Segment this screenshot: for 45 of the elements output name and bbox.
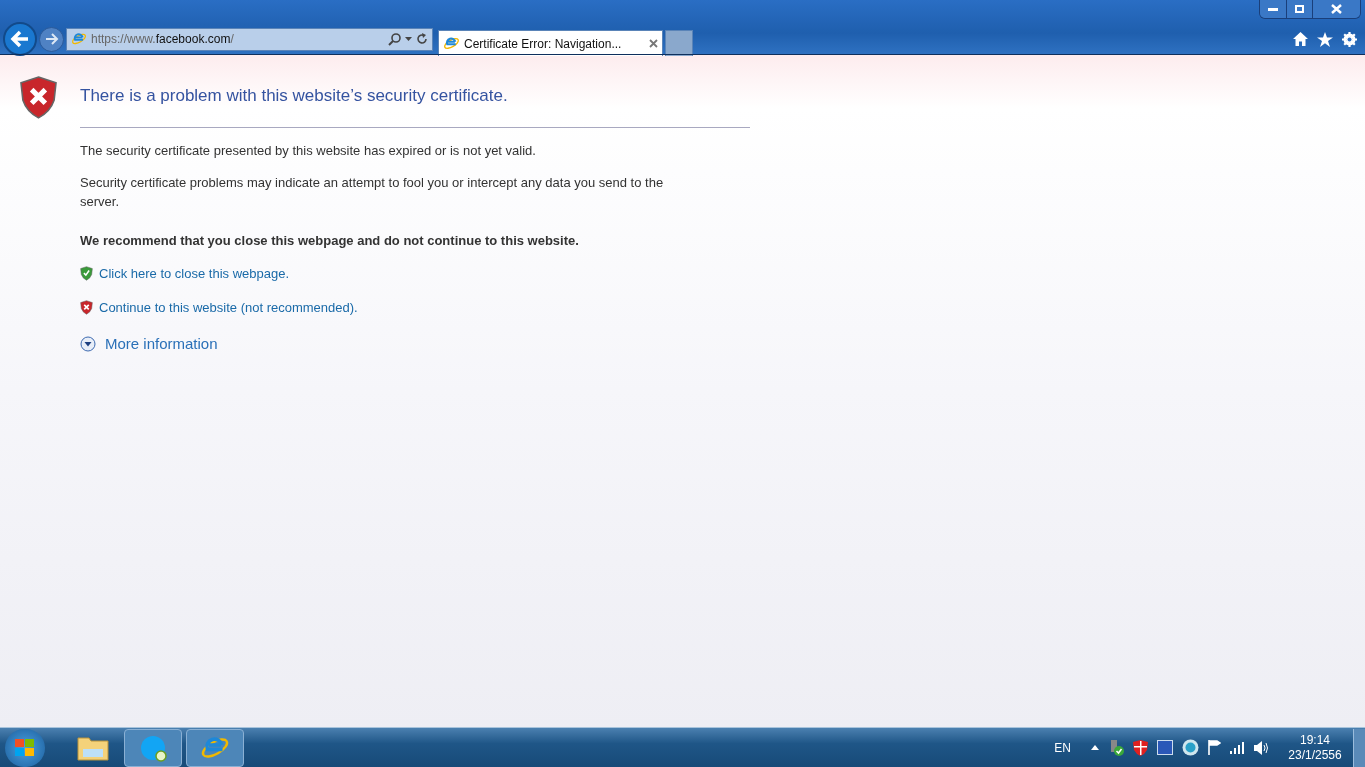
- error-heading: There is a problem with this website’s security certificate.: [80, 85, 509, 107]
- minimize-button[interactable]: [1260, 0, 1287, 18]
- close-tab-icon[interactable]: [649, 39, 658, 48]
- x-shield-icon: [80, 299, 93, 315]
- windows-logo-icon: [15, 738, 35, 757]
- back-arrow-icon: [10, 30, 30, 48]
- speaker-icon[interactable]: [1254, 740, 1270, 755]
- restore-button[interactable]: [1287, 0, 1313, 18]
- signal-bars-icon[interactable]: [1230, 741, 1245, 754]
- star-icon[interactable]: [1317, 31, 1333, 47]
- action-link[interactable]: Click here to close this webpage.: [99, 264, 290, 284]
- flag-icon[interactable]: [1208, 740, 1221, 755]
- start-button[interactable]: [5, 728, 45, 767]
- device-check-icon[interactable]: [1108, 739, 1124, 756]
- home-icon[interactable]: [1293, 32, 1308, 46]
- refresh-icon[interactable]: [416, 33, 428, 45]
- action-link[interactable]: Continue to this website (not recommended).: [99, 297, 358, 317]
- message-text: The security certificate presented by this website has expired or is not yet valid.: [80, 141, 537, 160]
- round-icon[interactable]: [1182, 739, 1199, 756]
- forward-arrow-icon: [44, 33, 59, 45]
- search-icon[interactable]: [388, 32, 401, 46]
- chat-app-taskbar-button[interactable]: [124, 728, 182, 767]
- caret-up-icon[interactable]: [1091, 745, 1099, 750]
- forward-button[interactable]: [39, 26, 64, 52]
- settings-icon[interactable]: [1342, 31, 1357, 47]
- url-text: https://www.facebook.com/: [91, 31, 234, 48]
- close-icon: [1331, 4, 1342, 14]
- new-tab-button[interactable]: [665, 30, 693, 56]
- back-button[interactable]: [3, 22, 37, 56]
- message-text: Security certificate problems may indicate an attempt to fool you or intercept any data you send to the server.: [80, 173, 665, 211]
- address-bar[interactable]: https://www.facebook.com/: [66, 27, 433, 51]
- browser-tab[interactable]: Certificate Error: Navigation...: [438, 30, 663, 56]
- checkmark-shield-icon: [80, 266, 93, 282]
- more-information-toggle[interactable]: More information: [80, 333, 750, 356]
- shield-icon[interactable]: [1133, 739, 1148, 756]
- chat-app-icon: [139, 733, 167, 762]
- recommendation-text: We recommend that you close this webpage and do not continue to this website.: [80, 231, 580, 250]
- folder-icon: [76, 734, 109, 761]
- close-button[interactable]: [1313, 0, 1360, 18]
- error-shield-icon: [19, 75, 58, 120]
- dropdown-icon[interactable]: [405, 37, 412, 41]
- expand-circle-icon: [80, 336, 96, 353]
- monitor-icon[interactable]: [1157, 740, 1173, 755]
- clock[interactable]: 19:14 23/1/2556: [1284, 732, 1346, 763]
- language-indicator[interactable]: EN: [1054, 738, 1071, 757]
